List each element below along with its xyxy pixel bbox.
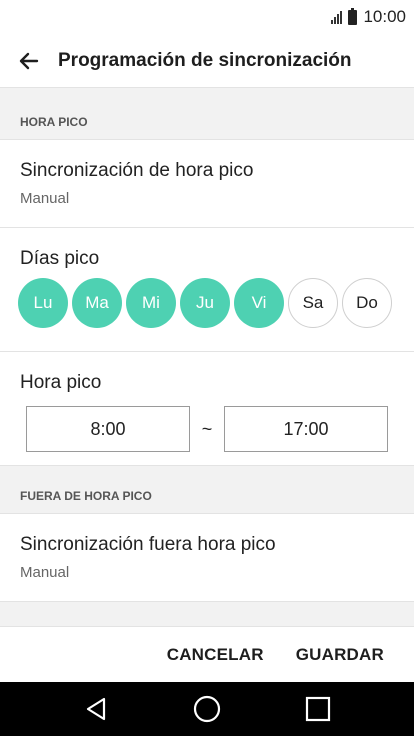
- day-toggle-ma[interactable]: Ma: [72, 278, 122, 328]
- nav-recents-icon[interactable]: [298, 689, 338, 729]
- status-time: 10:00: [363, 7, 406, 26]
- settings-content: HORA PICO Sincronización de hora pico Ma…: [0, 88, 414, 626]
- offpeak-sync-title: Sincronización fuera hora pico: [20, 534, 276, 555]
- end-time-field[interactable]: 17:00: [224, 406, 388, 452]
- peak-hours-item: Hora pico 8:00 ~ 17:00: [0, 352, 414, 466]
- dialog-footer: CANCELAR GUARDAR: [0, 626, 414, 682]
- day-toggle-do[interactable]: Do: [342, 278, 392, 328]
- day-toggle-lu[interactable]: Lu: [18, 278, 68, 328]
- arrow-back-icon[interactable]: [16, 48, 42, 74]
- peak-sync-value: Manual: [20, 190, 70, 207]
- day-toggle-mi[interactable]: Mi: [126, 278, 176, 328]
- days-selector: Lu Ma Mi Ju Vi Sa Do: [18, 278, 414, 328]
- page-title: Programación de sincronización: [58, 49, 352, 71]
- signal-icon: [331, 10, 343, 24]
- peak-sync-title: Sincronización de hora pico: [20, 160, 254, 181]
- range-separator: ~: [201, 418, 213, 439]
- offpeak-sync-value: Manual: [20, 564, 70, 581]
- battery-icon: [348, 7, 358, 25]
- start-time-field[interactable]: 8:00: [26, 406, 190, 452]
- nav-back-icon[interactable]: [76, 689, 116, 729]
- hours-range: 8:00 ~ 17:00: [26, 406, 414, 452]
- offpeak-sync-item[interactable]: Sincronización fuera hora pico Manual: [0, 514, 414, 602]
- peak-sync-item[interactable]: Sincronización de hora pico Manual: [0, 140, 414, 228]
- peak-hours-title: Hora pico: [20, 372, 102, 393]
- app-bar: Programación de sincronización: [0, 34, 414, 88]
- section-header-offpeak: FUERA DE HORA PICO: [0, 466, 414, 514]
- nav-home-icon[interactable]: [187, 689, 227, 729]
- peak-days-title: Días pico: [20, 248, 100, 269]
- day-toggle-sa[interactable]: Sa: [288, 278, 338, 328]
- cancel-button[interactable]: CANCELAR: [167, 645, 264, 665]
- section-header-peak: HORA PICO: [0, 88, 414, 140]
- peak-days-item: Días pico Lu Ma Mi Ju Vi Sa Do: [0, 228, 414, 352]
- save-button[interactable]: GUARDAR: [296, 645, 384, 665]
- day-toggle-ju[interactable]: Ju: [180, 278, 230, 328]
- status-bar: 10:00: [0, 0, 414, 34]
- navigation-bar: [0, 682, 414, 736]
- day-toggle-vi[interactable]: Vi: [234, 278, 284, 328]
